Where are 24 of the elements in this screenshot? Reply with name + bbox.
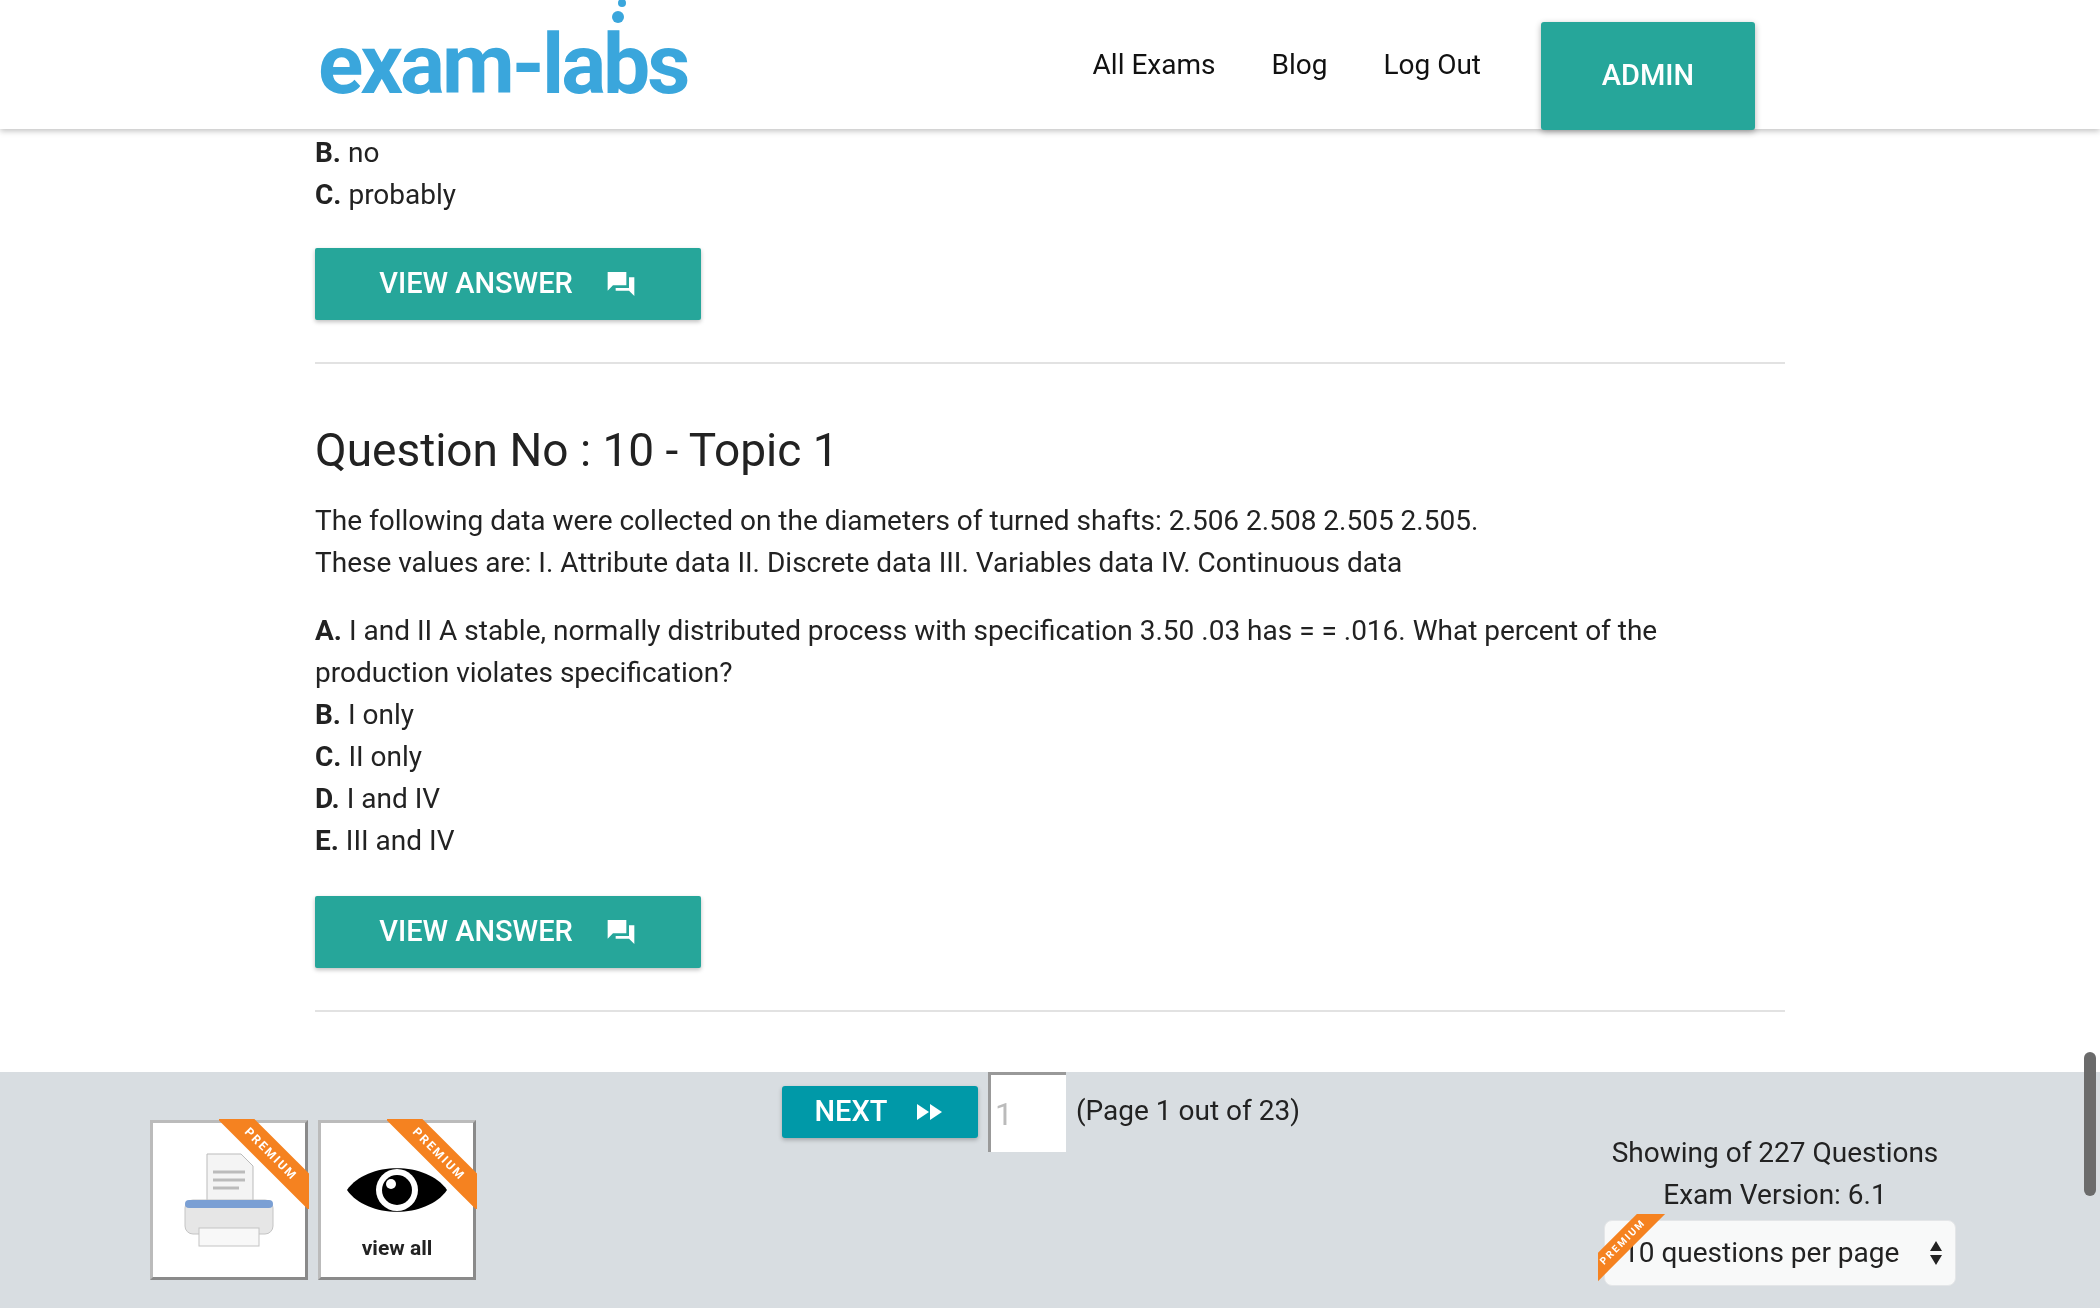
answer-option: B. I only — [315, 694, 1785, 736]
scrollbar-thumb[interactable] — [2084, 1052, 2096, 1196]
answer-option: B. no — [315, 132, 1785, 174]
nav-link[interactable]: Blog — [1271, 43, 1328, 86]
answer-option: C. probably — [315, 174, 1785, 216]
view-all-label: view all — [361, 1235, 433, 1263]
answer-option: D. I and IV — [315, 778, 1785, 820]
page-info: (Page 1 out of 23) — [1076, 1093, 1300, 1129]
question-count: Showing of 227 Questions — [1611, 1135, 1939, 1171]
view-answer-button[interactable]: VIEW ANSWER — [315, 248, 701, 320]
question-title: Question No : 10 - Topic 1 — [315, 422, 840, 478]
exam-version: Exam Version: 6.1 — [1663, 1177, 1887, 1213]
view-answer-button[interactable]: VIEW ANSWER — [315, 896, 701, 968]
question-text: The following data were collected on the diameters of turned shafts: 2.506 2.508 2.505 2.505. These values are: I. Attribute data II. Discrete data III. Variables data IV. Continuous data — [315, 503, 1480, 581]
logo[interactable]: exam-labs — [318, 14, 688, 114]
nav-link[interactable]: Log Out — [1383, 43, 1481, 86]
sort-caret-icon — [1929, 1240, 1943, 1266]
answer-option: C. II only — [315, 736, 1785, 778]
answer-option: E. III and IV — [315, 820, 1785, 862]
admin-button[interactable]: ADMIN — [1541, 22, 1755, 130]
answer-option: A. I and II A stable, normally distributed process with specification 3.50 .03 has = = .016. What percent of the production violates specification? — [315, 610, 1785, 694]
page-input[interactable]: 1 — [988, 1072, 1066, 1152]
nav-link[interactable]: All Exams — [1092, 43, 1216, 86]
next-button[interactable]: NEXT — [782, 1086, 978, 1138]
